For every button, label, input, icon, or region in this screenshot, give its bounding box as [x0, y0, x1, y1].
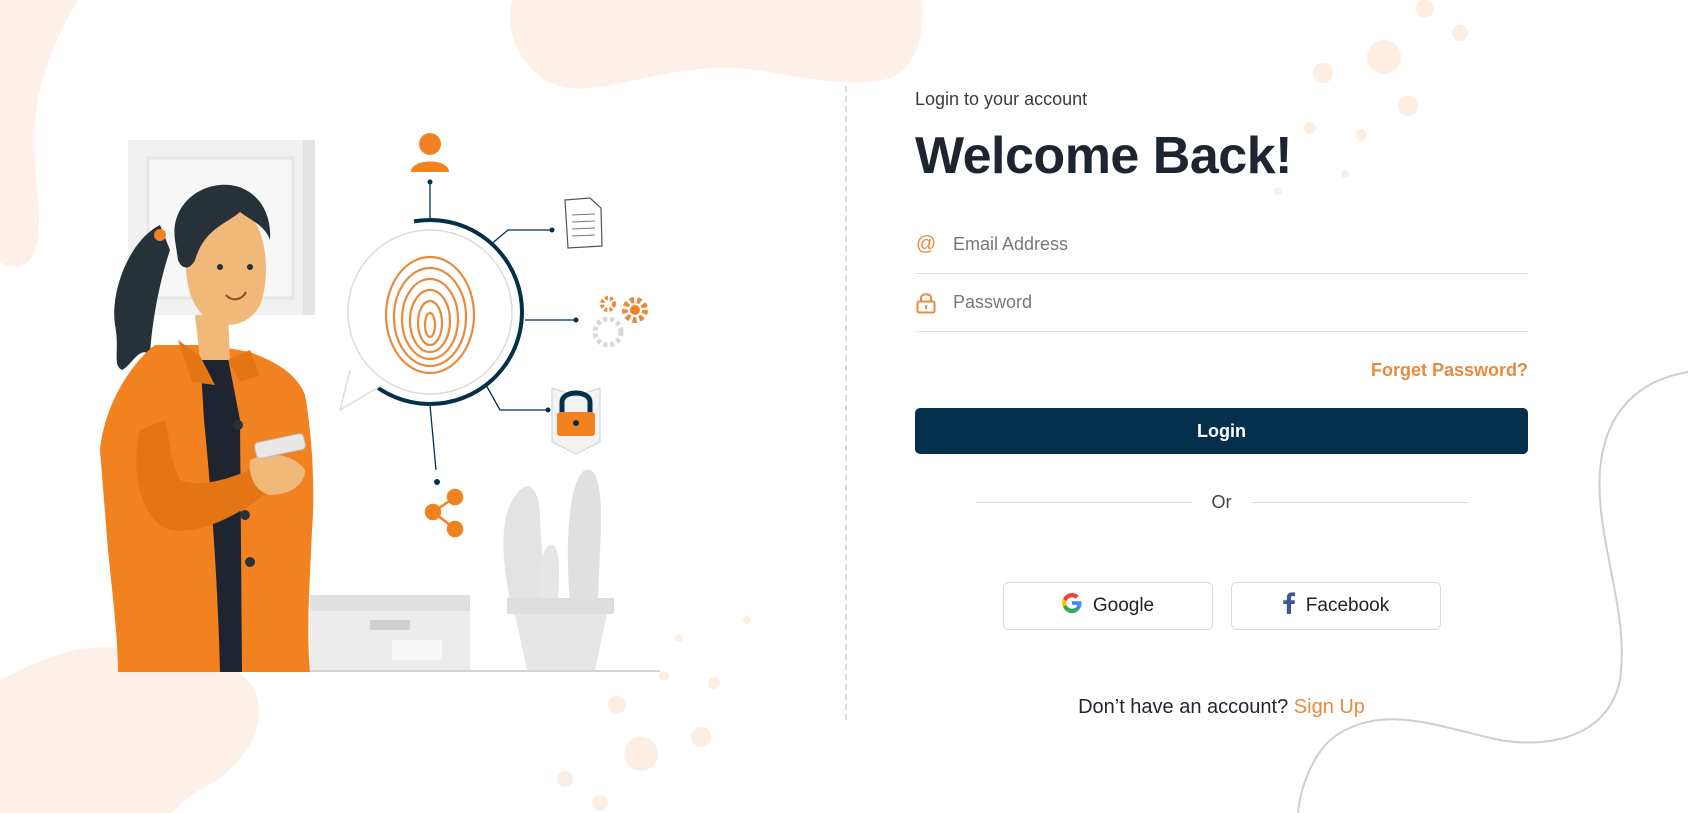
- password-field: [915, 274, 1528, 332]
- desk-line: [250, 670, 660, 672]
- fingerprint-circle: [336, 218, 524, 412]
- forget-password-link[interactable]: Forget Password?: [1371, 360, 1528, 386]
- at-sign-icon: @: [915, 233, 937, 255]
- password-input[interactable]: [953, 292, 1513, 313]
- vertical-divider: [845, 86, 847, 720]
- facebook-icon: [1282, 592, 1296, 620]
- signup-link[interactable]: Sign Up: [1294, 696, 1365, 718]
- document-icon: [564, 197, 603, 249]
- facebook-login-button[interactable]: Facebook: [1230, 582, 1441, 630]
- page-title: Welcome Back!: [915, 127, 1292, 185]
- email-field: @: [915, 216, 1528, 274]
- storage-box: [310, 595, 470, 670]
- user-icon: [411, 133, 449, 172]
- security-illustration: [100, 133, 660, 672]
- top-left-blob: [0, 0, 78, 267]
- or-label: Or: [1211, 491, 1232, 512]
- or-line-right: [1251, 501, 1468, 503]
- share-icon: [424, 488, 464, 538]
- signup-row: Don’t have an account? Sign Up: [915, 696, 1528, 719]
- gear-icon: [592, 296, 648, 348]
- social-login-row: Google Facebook: [915, 582, 1528, 630]
- cactus-plant: [503, 469, 614, 670]
- top-center-blob: [509, 0, 923, 89]
- google-label: Google: [1092, 595, 1155, 616]
- login-button[interactable]: Login: [915, 408, 1528, 454]
- google-login-button[interactable]: Google: [1002, 582, 1213, 630]
- or-line-left: [975, 501, 1192, 503]
- facebook-label: Facebook: [1305, 595, 1390, 616]
- padlock-icon: [551, 387, 601, 455]
- google-icon: [1061, 592, 1083, 620]
- email-input[interactable]: [953, 234, 1513, 255]
- lock-icon: [915, 292, 937, 314]
- or-separator: Or: [915, 490, 1528, 514]
- signup-prompt: Don’t have an account?: [1078, 696, 1289, 718]
- login-form: Login to your account Welcome Back! @ Fo…: [915, 86, 1528, 719]
- form-subtitle: Login to your account: [915, 89, 1088, 109]
